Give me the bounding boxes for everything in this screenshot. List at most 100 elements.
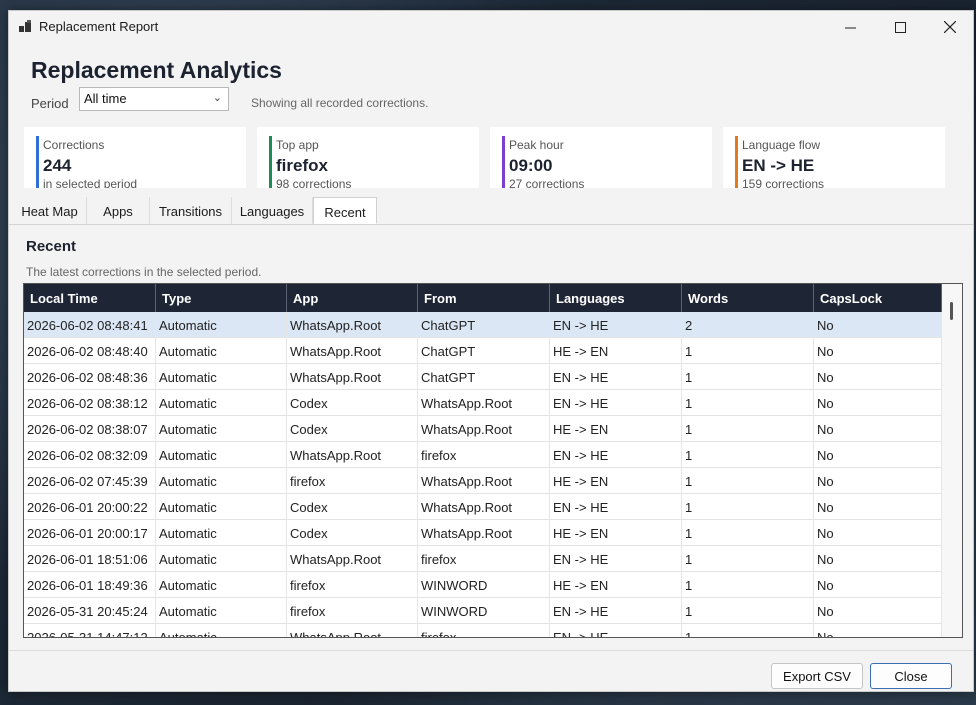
card-language-flow: Language flow EN -> HE 159 corrections	[723, 127, 945, 188]
tab-apps[interactable]: Apps	[87, 197, 150, 224]
header-col-local-time[interactable]: Local Time	[24, 284, 156, 312]
card-label: Corrections	[43, 138, 105, 152]
window-title: Replacement Report	[39, 19, 159, 34]
header-col-languages[interactable]: Languages	[550, 284, 682, 312]
cell-app: firefox	[287, 468, 418, 494]
cell-capslock: No	[814, 546, 942, 572]
cell-type: Automatic	[156, 520, 287, 546]
table-row[interactable]: 2026-06-01 20:00:17 Automatic Codex WhatsAp…	[24, 520, 942, 546]
header-col-type[interactable]: Type	[156, 284, 287, 312]
cell-languages: HE -> EN	[550, 468, 682, 494]
card-peak-hour: Peak hour 09:00 27 corrections	[490, 127, 712, 188]
cell-words: 1	[682, 416, 814, 442]
table-row[interactable]: 2026-06-02 08:32:09 Automatic WhatsApp.Roo…	[24, 442, 942, 468]
report-window: Replacement Report Replacement Analytics…	[8, 10, 974, 692]
table-row[interactable]: 2026-06-02 08:38:07 Automatic Codex WhatsAp…	[24, 416, 942, 442]
card-label: Peak hour	[509, 138, 564, 152]
card-value: EN -> HE	[742, 156, 815, 175]
cell-words: 1	[682, 546, 814, 572]
table-header: Local Time Type App From Languages Words CapsL…	[24, 284, 942, 312]
card-accent-bar	[502, 136, 505, 188]
cell-words: 1	[682, 468, 814, 494]
cell-words: 1	[682, 624, 814, 637]
cell-words: 1	[682, 520, 814, 546]
table-row[interactable]: 2026-06-01 18:49:36 Automatic firefox WINWO…	[24, 572, 942, 598]
table-row[interactable]: 2026-06-01 20:00:22 Automatic Codex WhatsAp…	[24, 494, 942, 520]
table-row[interactable]: 2026-05-31 20:45:24 Automatic firefox WINWO…	[24, 598, 942, 624]
header-col-app[interactable]: App	[287, 284, 418, 312]
card-top-app: Top app firefox 98 corrections	[257, 127, 479, 188]
tab-recent[interactable]: Recent	[313, 197, 377, 224]
cell-languages: HE -> EN	[550, 520, 682, 546]
cell-from: ChatGPT	[418, 312, 550, 338]
card-label: Language flow	[742, 138, 821, 152]
cell-words: 1	[682, 390, 814, 416]
card-label: Top app	[276, 138, 319, 152]
title-bar[interactable]: Replacement Report	[9, 11, 973, 43]
cell-from: WhatsApp.Root	[418, 468, 550, 494]
cell-languages: HE -> EN	[550, 572, 682, 598]
table-row[interactable]: 2026-05-31 14:47:12 Automatic WhatsApp.Roo…	[24, 624, 942, 637]
cell-app: Codex	[287, 520, 418, 546]
minimize-icon	[844, 27, 856, 28]
header-col-words[interactable]: Words	[682, 284, 814, 312]
cell-from: firefox	[418, 624, 550, 637]
cell-local-time: 2026-06-02 08:48:36	[24, 364, 156, 390]
cell-from: WINWORD	[418, 572, 550, 598]
cell-capslock: No	[814, 442, 942, 468]
header-col-from[interactable]: From	[418, 284, 550, 312]
period-selected-value: All time	[84, 91, 127, 106]
minimize-button[interactable]	[825, 11, 875, 43]
tab-heat-map[interactable]: Heat Map	[13, 197, 87, 224]
cell-words: 1	[682, 442, 814, 468]
table-row[interactable]: 2026-06-02 07:45:39 Automatic firefox Whats…	[24, 468, 942, 494]
cell-app: Codex	[287, 390, 418, 416]
cell-capslock: No	[814, 572, 942, 598]
cell-capslock: No	[814, 390, 942, 416]
cell-capslock: No	[814, 624, 942, 637]
close-icon	[944, 21, 956, 33]
cell-local-time: 2026-06-02 08:38:12	[24, 390, 156, 416]
cell-app: Codex	[287, 494, 418, 520]
table-row[interactable]: 2026-06-02 08:48:36 Automatic WhatsApp.Roo…	[24, 364, 942, 390]
export-csv-button[interactable]: Export CSV	[771, 663, 863, 689]
tab-transitions[interactable]: Transitions	[150, 197, 232, 224]
cell-local-time: 2026-06-01 18:51:06	[24, 546, 156, 572]
period-note: Showing all recorded corrections.	[251, 96, 429, 110]
period-dropdown[interactable]: All time ⌄	[79, 87, 229, 111]
table-row[interactable]: 2026-06-01 18:51:06 Automatic WhatsApp.Roo…	[24, 546, 942, 572]
cell-app: WhatsApp.Root	[287, 312, 418, 338]
cell-capslock: No	[814, 416, 942, 442]
cell-capslock: No	[814, 364, 942, 390]
tab-bar: Heat Map Apps Transitions Languages Rece…	[9, 197, 973, 225]
vertical-scrollbar[interactable]	[942, 284, 962, 637]
cell-type: Automatic	[156, 468, 287, 494]
period-label: Period	[31, 96, 69, 111]
scrollbar-thumb[interactable]	[950, 302, 953, 320]
cell-app: WhatsApp.Root	[287, 624, 418, 637]
maximize-button[interactable]	[875, 11, 925, 43]
cell-capslock: No	[814, 338, 942, 364]
table-row[interactable]: 2026-06-02 08:48:41 Automatic WhatsApp.Roo…	[24, 312, 942, 338]
close-window-button[interactable]	[925, 11, 973, 43]
recent-corrections-table[interactable]: Local Time Type App From Languages Words CapsL…	[23, 283, 963, 638]
section-title: Recent	[26, 238, 77, 255]
cell-type: Automatic	[156, 546, 287, 572]
cell-app: WhatsApp.Root	[287, 442, 418, 468]
cell-local-time: 2026-05-31 14:47:12	[24, 624, 156, 637]
cell-capslock: No	[814, 312, 942, 338]
cell-languages: EN -> HE	[550, 390, 682, 416]
table-row[interactable]: 2026-06-02 08:38:12 Automatic Codex WhatsAp…	[24, 390, 942, 416]
cell-capslock: No	[814, 520, 942, 546]
table-row[interactable]: 2026-06-02 08:48:40 Automatic WhatsApp.Roo…	[24, 338, 942, 364]
close-button[interactable]: Close	[870, 663, 952, 689]
cell-app: WhatsApp.Root	[287, 546, 418, 572]
card-accent-bar	[36, 136, 39, 188]
summary-cards: Corrections 244 in selected period Top a…	[24, 127, 954, 188]
cell-languages: EN -> HE	[550, 312, 682, 338]
header-col-capslock[interactable]: CapsLock	[814, 284, 942, 312]
tab-languages[interactable]: Languages	[232, 197, 313, 224]
cell-type: Automatic	[156, 572, 287, 598]
cell-languages: HE -> EN	[550, 338, 682, 364]
cell-capslock: No	[814, 494, 942, 520]
